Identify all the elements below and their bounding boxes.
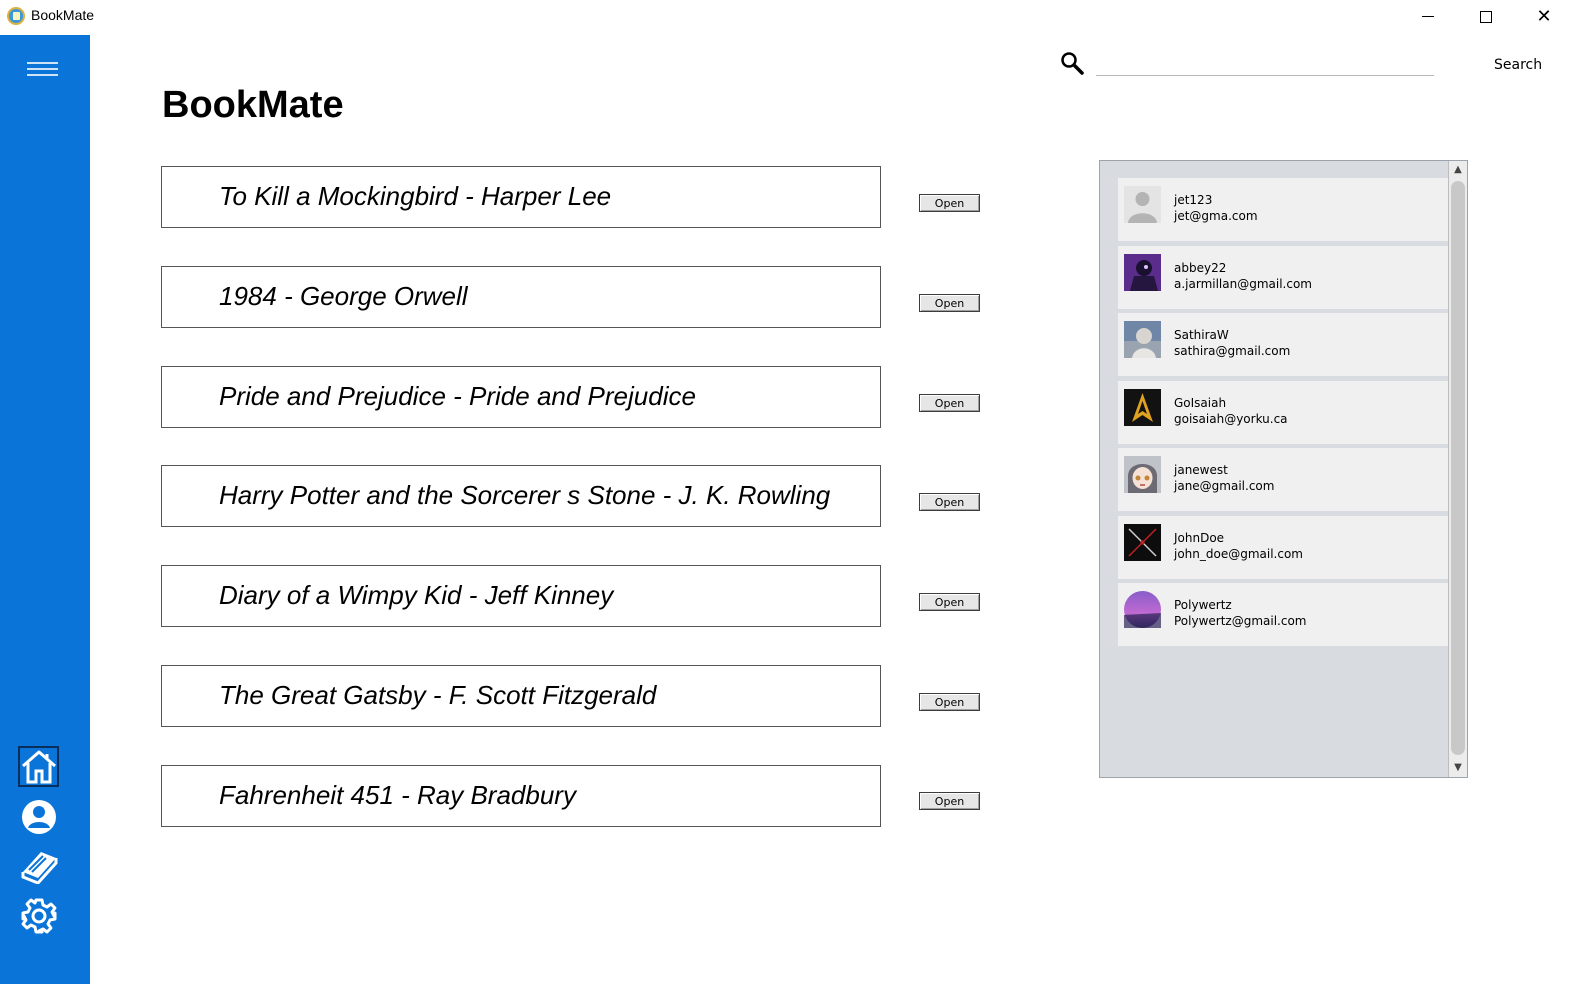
user-email: jane@gmail.com	[1174, 479, 1275, 493]
book-item: 1984 - George Orwell	[161, 266, 881, 328]
search-icon[interactable]	[1059, 50, 1085, 76]
book-title: Fahrenheit 451 - Ray Bradbury	[219, 780, 576, 810]
home-icon	[21, 750, 56, 783]
book-item: The Great Gatsby - F. Scott Fitzgerald	[161, 665, 881, 727]
user-list-scrollbar[interactable]: ▲ ▼	[1448, 161, 1467, 777]
purple-figure-avatar-icon	[1124, 254, 1161, 291]
minimize-icon	[1422, 16, 1434, 17]
hamburger-icon[interactable]	[27, 60, 59, 78]
close-button[interactable]: ✕	[1515, 0, 1573, 33]
user-name: abbey22	[1174, 261, 1227, 275]
minimize-button[interactable]	[1399, 0, 1457, 33]
user-icon	[21, 799, 56, 834]
open-book-button[interactable]: Open	[919, 294, 980, 312]
user-card[interactable]: JohnDoe john_doe@gmail.com	[1118, 516, 1448, 579]
search-button[interactable]: Search	[1494, 54, 1554, 76]
user-card[interactable]: GoIsaiah goisaiah@yorku.ca	[1118, 381, 1448, 444]
sidebar-item-settings[interactable]	[18, 895, 59, 936]
book-title: To Kill a Mockingbird - Harper Lee	[219, 181, 612, 211]
book-title: Diary of a Wimpy Kid - Jeff Kinney	[219, 580, 614, 610]
sidebar-item-home[interactable]	[18, 746, 59, 787]
user-card[interactable]: SathiraW sathira@gmail.com	[1118, 313, 1448, 376]
app-logo-icon	[7, 7, 25, 25]
maximize-icon	[1480, 10, 1492, 23]
user-email: Polywertz@gmail.com	[1174, 614, 1307, 628]
user-name: SathiraW	[1174, 328, 1229, 342]
open-book-button[interactable]: Open	[919, 593, 980, 611]
crossed-swords-avatar-icon	[1124, 524, 1161, 561]
book-title: Harry Potter and the Sorcerer s Stone - …	[219, 480, 831, 510]
open-book-button[interactable]: Open	[919, 194, 980, 212]
user-card[interactable]: abbey22 a.jarmillan@gmail.com	[1118, 246, 1448, 309]
open-book-button[interactable]: Open	[919, 792, 980, 810]
book-title: The Great Gatsby - F. Scott Fitzgerald	[219, 680, 657, 710]
sidebar	[0, 35, 90, 984]
book-icon	[21, 851, 57, 884]
gear-icon	[21, 898, 56, 933]
user-name: janewest	[1174, 463, 1228, 477]
scroll-up-icon[interactable]: ▲	[1449, 161, 1467, 179]
page-title: BookMate	[162, 84, 344, 126]
sidebar-item-library[interactable]	[18, 845, 59, 886]
open-book-button[interactable]: Open	[919, 493, 980, 511]
user-card[interactable]: janewest jane@gmail.com	[1118, 448, 1448, 511]
book-item: Diary of a Wimpy Kid - Jeff Kinney	[161, 565, 881, 627]
user-name: Polywertz	[1174, 598, 1232, 612]
user-name: GoIsaiah	[1174, 396, 1227, 410]
grey-figure-avatar-icon	[1124, 321, 1161, 358]
scroll-down-icon[interactable]: ▼	[1449, 759, 1467, 777]
user-card[interactable]: Polywertz Polywertz@gmail.com	[1118, 583, 1448, 646]
book-item: Harry Potter and the Sorcerer s Stone - …	[161, 465, 881, 527]
default-person-icon	[1124, 186, 1161, 223]
close-icon: ✕	[1536, 5, 1552, 27]
book-item: Pride and Prejudice - Pride and Prejudic…	[161, 366, 881, 428]
user-card[interactable]: jet123 jet@gma.com	[1118, 178, 1448, 241]
title-bar: BookMate ✕	[0, 0, 1573, 35]
user-email: john_doe@gmail.com	[1174, 547, 1303, 561]
open-book-button[interactable]: Open	[919, 693, 980, 711]
anime-girl-avatar-icon	[1124, 456, 1161, 493]
book-item: Fahrenheit 451 - Ray Bradbury	[161, 765, 881, 827]
user-email: sathira@gmail.com	[1174, 344, 1291, 358]
starfleet-emblem-avatar-icon	[1124, 389, 1161, 426]
scroll-thumb[interactable]	[1451, 181, 1465, 755]
window-title: BookMate	[31, 7, 95, 23]
open-book-button[interactable]: Open	[919, 394, 980, 412]
user-email: a.jarmillan@gmail.com	[1174, 277, 1312, 291]
sidebar-item-profile[interactable]	[18, 796, 59, 837]
search-input[interactable]	[1096, 50, 1434, 76]
book-title: 1984 - George Orwell	[219, 281, 468, 311]
user-name: jet123	[1174, 193, 1213, 207]
maximize-button[interactable]	[1457, 0, 1515, 33]
book-item: To Kill a Mockingbird - Harper Lee	[161, 166, 881, 228]
book-title: Pride and Prejudice - Pride and Prejudic…	[219, 381, 696, 411]
purple-sky-avatar-icon	[1124, 591, 1161, 628]
user-name: JohnDoe	[1174, 531, 1225, 545]
user-email: goisaiah@yorku.ca	[1174, 412, 1288, 426]
user-email: jet@gma.com	[1174, 209, 1258, 223]
